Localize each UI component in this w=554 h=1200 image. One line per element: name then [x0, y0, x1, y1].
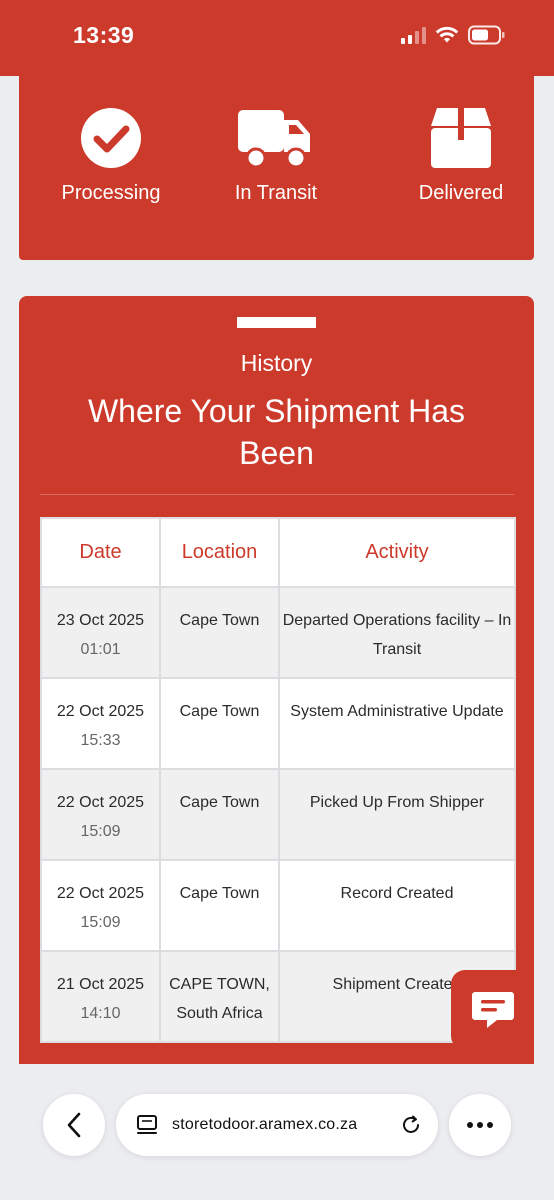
history-subtitle: History [240, 350, 313, 376]
event-time: 01:01 [80, 641, 121, 658]
event-time: 14:10 [80, 1005, 121, 1022]
history-table: Date Location Activity 23 Oct 2025 01:01 … [40, 517, 516, 1043]
history-panel: History Where Your Shipment Has Been Dat… [19, 296, 534, 1064]
chat-button[interactable] [451, 970, 534, 1050]
table-row: 21 Oct 2025 14:10 CAPE TOWN, South Africa… [40, 950, 516, 1043]
event-date: 22 Oct 2025 [56, 885, 145, 902]
history-title: Where Your Shipment Has Been [87, 393, 466, 471]
location-cell: Cape Town [159, 859, 280, 952]
location-cell: CAPE TOWN, South Africa [159, 950, 280, 1043]
activity-cell: Departed Operations facility – In Transi… [278, 586, 516, 679]
box-icon [431, 108, 491, 168]
date-cell: 23 Oct 2025 01:01 [40, 586, 161, 679]
status-bar: 13:39 [0, 0, 554, 76]
date-cell: 22 Oct 2025 15:09 [40, 768, 161, 861]
column-header-location: Location [159, 517, 280, 588]
table-row: 22 Oct 2025 15:33 Cape Town System Admini… [40, 677, 516, 770]
chat-icon [471, 992, 514, 1028]
location-cell: Cape Town [159, 586, 280, 679]
table-row: 22 Oct 2025 15:09 Cape Town Record Create… [40, 859, 516, 952]
table-row: 22 Oct 2025 15:09 Cape Town Picked Up Fro… [40, 768, 516, 861]
url-text: storetodoor.aramex.co.za [172, 1116, 358, 1133]
panel-handle[interactable] [237, 317, 316, 328]
event-time: 15:09 [80, 823, 121, 840]
back-button[interactable] [43, 1094, 105, 1156]
divider [40, 494, 514, 495]
table-header-row: Date Location Activity [40, 517, 516, 588]
browser-toolbar: storetodoor.aramex.co.za [0, 1064, 554, 1200]
address-bar[interactable]: storetodoor.aramex.co.za [116, 1094, 438, 1156]
truck-icon [238, 110, 310, 169]
tracking-status-card: Processing In Transit Delivered [19, 76, 534, 260]
battery-icon [468, 25, 505, 45]
step-processing: Processing [31, 106, 191, 205]
status-time: 13:39 [73, 22, 135, 48]
step-in-transit: In Transit [196, 106, 356, 205]
date-cell: 22 Oct 2025 15:09 [40, 859, 161, 952]
chevron-left-icon [67, 1112, 81, 1138]
step-label: Delivered [418, 182, 504, 204]
activity-cell: System Administrative Update [278, 677, 516, 770]
event-date: 21 Oct 2025 [56, 976, 145, 993]
more-options-button[interactable] [449, 1094, 511, 1156]
step-delivered: Delivered [381, 106, 541, 205]
more-icon [467, 1122, 493, 1128]
date-cell: 21 Oct 2025 14:10 [40, 950, 161, 1043]
check-circle-icon [81, 108, 141, 168]
reload-icon[interactable] [400, 1114, 422, 1136]
activity-cell: Picked Up From Shipper [278, 768, 516, 861]
step-label: In Transit [234, 182, 318, 204]
date-cell: 22 Oct 2025 15:33 [40, 677, 161, 770]
event-date: 22 Oct 2025 [56, 703, 145, 720]
wifi-icon [435, 26, 459, 43]
step-label: Processing [61, 182, 161, 204]
column-header-activity: Activity [278, 517, 516, 588]
status-icons [401, 25, 506, 45]
signal-icon [401, 26, 426, 44]
event-time: 15:33 [80, 732, 121, 749]
page-icon [137, 1115, 157, 1134]
event-date: 22 Oct 2025 [56, 794, 145, 811]
table-row: 23 Oct 2025 01:01 Cape Town Departed Oper… [40, 586, 516, 679]
column-header-date: Date [40, 517, 161, 588]
event-date: 23 Oct 2025 [56, 612, 145, 629]
location-cell: Cape Town [159, 768, 280, 861]
location-cell: Cape Town [159, 677, 280, 770]
activity-cell: Record Created [278, 859, 516, 952]
event-time: 15:09 [80, 914, 121, 931]
